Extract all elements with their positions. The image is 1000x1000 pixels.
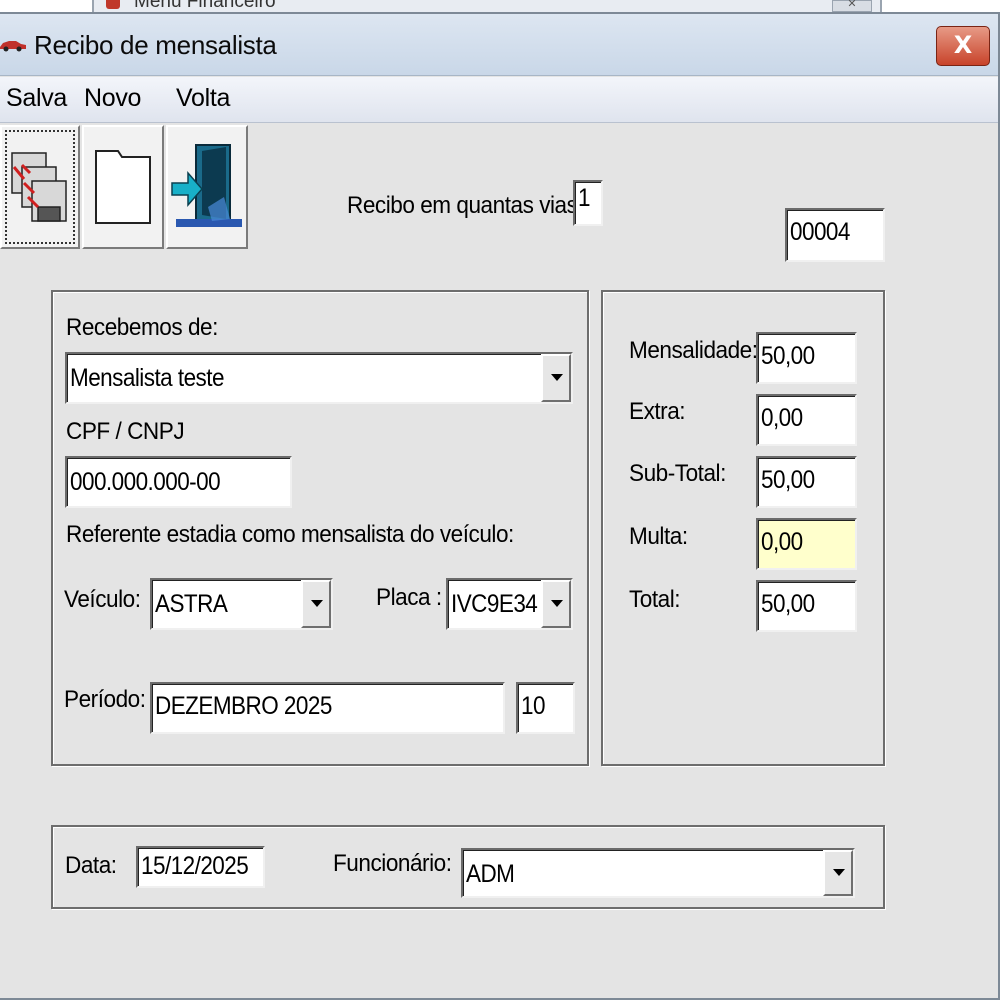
recebemos-label: Recebemos de: <box>66 314 218 341</box>
placa-label: Placa : <box>376 584 442 611</box>
funcionario-value: ADM <box>466 860 515 888</box>
recebemos-value: Mensalista teste <box>70 364 224 392</box>
placa-combobox[interactable]: IVC9E34 <box>446 578 573 630</box>
funcionario-combobox[interactable]: ADM <box>461 848 855 898</box>
chevron-down-icon[interactable] <box>823 850 853 896</box>
extra-input[interactable]: 0,00 <box>756 394 857 446</box>
mensalidade-label: Mensalidade: <box>629 337 758 364</box>
funcionario-label: Funcionário: <box>333 850 452 877</box>
periodo-dias-value: 10 <box>521 692 545 720</box>
menu-volta[interactable]: Volta <box>176 84 230 113</box>
subtotal-label: Sub-Total: <box>629 460 726 487</box>
cpf-input[interactable]: 000.000.000-00 <box>65 456 292 508</box>
vias-input[interactable]: 1 <box>573 180 603 226</box>
data-label: Data: <box>65 852 117 879</box>
vias-value: 1 <box>578 184 591 212</box>
total-value: 50,00 <box>761 590 815 618</box>
menu-salva[interactable]: Salva <box>6 84 67 113</box>
background-window-icon <box>106 0 120 9</box>
veiculo-combobox[interactable]: ASTRA <box>150 578 333 630</box>
car-icon <box>0 41 26 52</box>
receipt-number-field[interactable]: 00004 <box>785 208 885 262</box>
mensalidade-input[interactable]: 50,00 <box>756 332 857 384</box>
placa-value: IVC9E34 <box>451 590 538 618</box>
periodo-label: Período: <box>64 686 146 713</box>
multa-value: 0,00 <box>761 528 803 556</box>
exit-door-icon <box>171 144 242 227</box>
menu-novo[interactable]: Novo <box>84 84 141 113</box>
multa-label: Multa: <box>629 523 688 550</box>
back-button[interactable] <box>166 125 248 249</box>
periodo-dias-input[interactable]: 10 <box>516 682 575 734</box>
cpf-label: CPF / CNPJ <box>66 418 185 445</box>
close-button[interactable]: X <box>936 26 990 66</box>
multa-input[interactable]: 0,00 <box>756 518 857 570</box>
save-icon <box>11 152 67 222</box>
subtotal-value: 50,00 <box>761 466 815 494</box>
window-title: Recibo de mensalista <box>34 30 277 60</box>
veiculo-label: Veículo: <box>64 586 141 613</box>
extra-label: Extra: <box>629 398 686 425</box>
data-input[interactable]: 15/12/2025 <box>136 846 265 888</box>
receipt-number-value: 00004 <box>790 218 850 246</box>
mensalidade-value: 50,00 <box>761 342 815 370</box>
new-document-icon <box>95 150 151 224</box>
menu-bar <box>0 77 998 123</box>
extra-value: 0,00 <box>761 404 803 432</box>
vias-label: Recibo em quantas vias?: <box>347 192 596 219</box>
data-value: 15/12/2025 <box>141 852 249 880</box>
background-window-close-icon[interactable]: ✕ <box>832 0 872 12</box>
periodo-input[interactable]: DEZEMBRO 2025 <box>150 682 505 734</box>
chevron-down-icon[interactable] <box>541 580 571 628</box>
subtotal-input[interactable]: 50,00 <box>756 456 857 508</box>
recebemos-combobox[interactable]: Mensalista teste <box>65 352 573 404</box>
chevron-down-icon[interactable] <box>301 580 331 628</box>
referente-label: Referente estadia como mensalista do veí… <box>66 521 514 548</box>
save-button[interactable] <box>0 125 80 249</box>
veiculo-value: ASTRA <box>155 590 228 618</box>
total-input[interactable]: 50,00 <box>756 580 857 632</box>
periodo-value: DEZEMBRO 2025 <box>155 692 332 720</box>
total-label: Total: <box>629 586 681 613</box>
new-button[interactable] <box>82 125 164 249</box>
cpf-value: 000.000.000-00 <box>70 468 221 496</box>
chevron-down-icon[interactable] <box>541 354 571 402</box>
